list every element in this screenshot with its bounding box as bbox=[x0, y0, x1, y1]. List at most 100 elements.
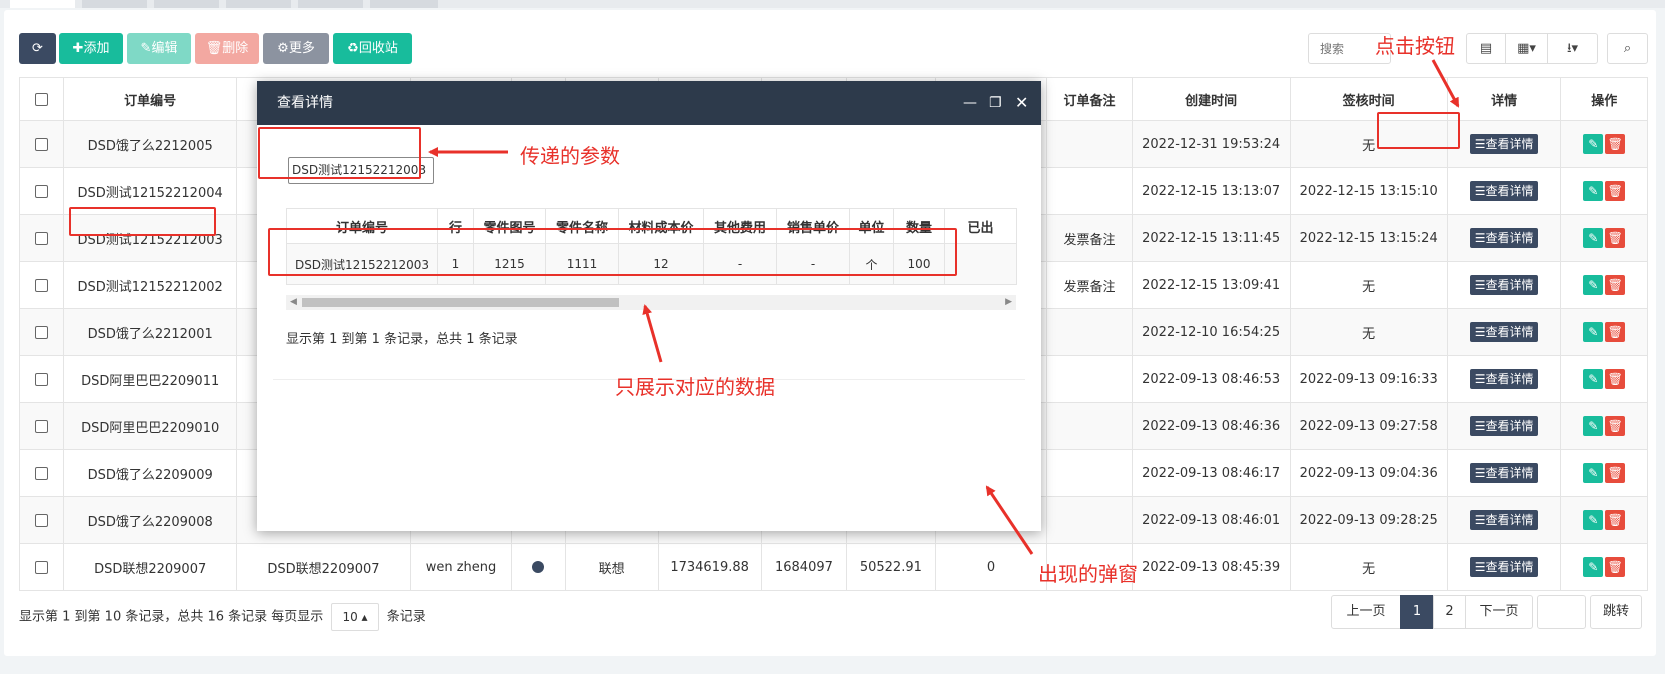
recycle-bin-button[interactable]: ♻回收站 bbox=[333, 33, 412, 64]
page-1-button[interactable]: 1 bbox=[1400, 595, 1434, 629]
row-select-cell[interactable] bbox=[18, 214, 65, 262]
created-time-cell: 2022-09-13 08:46:17 bbox=[1131, 449, 1291, 497]
view-detail-button[interactable]: ☰查看详情 bbox=[1469, 510, 1539, 530]
row-select-cell[interactable] bbox=[18, 496, 65, 544]
next-page-button[interactable]: 下一页 bbox=[1465, 595, 1533, 629]
row-checkbox[interactable] bbox=[35, 513, 49, 527]
created-time-cell: 2022-12-15 13:11:45 bbox=[1131, 214, 1291, 262]
row-checkbox[interactable] bbox=[35, 419, 49, 433]
row-edit-button[interactable]: ✎ bbox=[1583, 557, 1604, 577]
row-delete-button[interactable]: 🗑 bbox=[1605, 510, 1626, 530]
prev-page-button[interactable]: 上一页 bbox=[1331, 595, 1401, 629]
tab[interactable] bbox=[82, 0, 147, 8]
row-delete-button[interactable]: 🗑 bbox=[1605, 134, 1626, 154]
row-select-cell[interactable] bbox=[18, 261, 65, 309]
more-button[interactable]: ⚙更多 bbox=[263, 33, 329, 64]
view-detail-button[interactable]: ☰查看详情 bbox=[1469, 416, 1539, 436]
row-edit-button[interactable]: ✎ bbox=[1583, 510, 1604, 530]
refresh-button[interactable]: ⟳ bbox=[19, 33, 56, 64]
columns-button[interactable]: ▦▾ bbox=[1505, 33, 1548, 64]
page-size-select[interactable]: 10 ▴ bbox=[331, 603, 379, 631]
row-select-cell[interactable] bbox=[18, 449, 65, 497]
row-checkbox[interactable] bbox=[35, 184, 49, 198]
row-checkbox[interactable] bbox=[35, 231, 49, 245]
row-select-cell[interactable] bbox=[18, 120, 65, 168]
maximize-icon[interactable]: ❐ bbox=[989, 81, 1002, 125]
view-detail-button[interactable]: ☰查看详情 bbox=[1469, 134, 1539, 154]
row-checkbox[interactable] bbox=[35, 137, 49, 151]
jump-button[interactable]: 跳转 bbox=[1590, 595, 1642, 629]
horizontal-scrollbar[interactable]: ◀ ▶ bbox=[286, 295, 1016, 310]
tab[interactable] bbox=[154, 0, 219, 8]
data-cell: 1734619.88 bbox=[657, 543, 762, 591]
scroll-left-icon[interactable]: ◀ bbox=[290, 295, 297, 310]
view-detail-button[interactable]: ☰查看详情 bbox=[1469, 463, 1539, 483]
row-edit-button[interactable]: ✎ bbox=[1583, 275, 1604, 295]
row-select-cell[interactable] bbox=[18, 543, 65, 591]
minimize-icon[interactable]: — bbox=[963, 81, 977, 125]
trash-icon: 🗑 bbox=[1607, 325, 1623, 339]
row-edit-button[interactable]: ✎ bbox=[1583, 181, 1604, 201]
row-delete-button[interactable]: 🗑 bbox=[1605, 416, 1626, 436]
row-checkbox[interactable] bbox=[35, 560, 49, 574]
col-order-no[interactable]: 订单编号 bbox=[63, 77, 238, 121]
row-edit-button[interactable]: ✎ bbox=[1583, 369, 1604, 389]
select-all-checkbox[interactable] bbox=[35, 92, 49, 106]
view-detail-button[interactable]: ☰查看详情 bbox=[1469, 228, 1539, 248]
view-detail-button[interactable]: ☰查看详情 bbox=[1469, 275, 1539, 295]
row-delete-button[interactable]: 🗑 bbox=[1605, 181, 1626, 201]
page-2-button[interactable]: 2 bbox=[1433, 595, 1466, 629]
tab[interactable] bbox=[298, 0, 363, 8]
scroll-right-icon[interactable]: ▶ bbox=[1005, 295, 1012, 310]
view-detail-button[interactable]: ☰查看详情 bbox=[1469, 181, 1539, 201]
row-delete-button[interactable]: 🗑 bbox=[1605, 369, 1626, 389]
row-delete-button[interactable]: 🗑 bbox=[1605, 463, 1626, 483]
order-remark-cell bbox=[1046, 496, 1133, 544]
row-select-cell[interactable] bbox=[18, 355, 65, 403]
row-checkbox[interactable] bbox=[35, 372, 49, 386]
view-detail-label: 查看详情 bbox=[1485, 513, 1534, 527]
row-delete-button[interactable]: 🗑 bbox=[1605, 275, 1626, 295]
row-delete-button[interactable]: 🗑 bbox=[1605, 322, 1626, 342]
row-edit-button[interactable]: ✎ bbox=[1583, 416, 1604, 436]
data-cell: 1684097 bbox=[760, 543, 848, 591]
created-time-cell: 2022-09-13 08:45:39 bbox=[1131, 543, 1291, 591]
jump-page-input[interactable] bbox=[1537, 595, 1586, 629]
tab[interactable] bbox=[226, 0, 291, 8]
row-select-cell[interactable] bbox=[18, 167, 65, 215]
row-edit-button[interactable]: ✎ bbox=[1583, 134, 1604, 154]
operation-cell: ✎ 🗑 bbox=[1560, 214, 1648, 262]
modal-header: 查看详情 bbox=[257, 81, 1041, 125]
delete-button[interactable]: 🗑删除 bbox=[195, 33, 259, 64]
edit-button[interactable]: ✎编辑 bbox=[127, 33, 191, 64]
row-edit-button[interactable]: ✎ bbox=[1583, 463, 1604, 483]
close-icon[interactable]: ✕ bbox=[1015, 81, 1028, 125]
row-select-cell[interactable] bbox=[18, 402, 65, 450]
row-delete-button[interactable]: 🗑 bbox=[1605, 228, 1626, 248]
view-detail-button[interactable]: ☰查看详情 bbox=[1469, 557, 1539, 577]
view-detail-button[interactable]: ☰查看详情 bbox=[1469, 322, 1539, 342]
row-checkbox[interactable] bbox=[35, 466, 49, 480]
row-edit-button[interactable]: ✎ bbox=[1583, 322, 1604, 342]
row-delete-button[interactable]: 🗑 bbox=[1605, 557, 1626, 577]
toggle-view-button[interactable]: ▤ bbox=[1466, 33, 1506, 64]
col-detail: 详情 bbox=[1446, 77, 1562, 121]
advanced-search-button[interactable]: ⌕ bbox=[1607, 33, 1648, 64]
export-button[interactable]: ⭳▾ bbox=[1547, 33, 1598, 64]
view-detail-button[interactable]: ☰查看详情 bbox=[1469, 369, 1539, 389]
pagination-info-prefix: 显示第 1 到第 10 条记录，总共 16 条记录 每页显示 bbox=[19, 609, 324, 625]
tab-active[interactable] bbox=[10, 0, 75, 8]
row-checkbox[interactable] bbox=[35, 325, 49, 339]
scrollbar-thumb[interactable] bbox=[302, 298, 619, 307]
tab[interactable] bbox=[370, 0, 438, 8]
add-button[interactable]: ✚添加 bbox=[59, 33, 123, 64]
col-order-remark[interactable]: 订单备注 bbox=[1046, 77, 1133, 121]
row-select-cell[interactable] bbox=[18, 308, 65, 356]
row-edit-button[interactable]: ✎ bbox=[1583, 228, 1604, 248]
row-checkbox[interactable] bbox=[35, 278, 49, 292]
operation-cell: ✎ 🗑 bbox=[1560, 308, 1648, 356]
col-created-time[interactable]: 创建时间 bbox=[1131, 77, 1291, 121]
select-all-cell[interactable] bbox=[18, 77, 65, 121]
order-no-cell: DSD测试12152212002 bbox=[63, 261, 238, 309]
highlight-param-field bbox=[258, 127, 421, 179]
